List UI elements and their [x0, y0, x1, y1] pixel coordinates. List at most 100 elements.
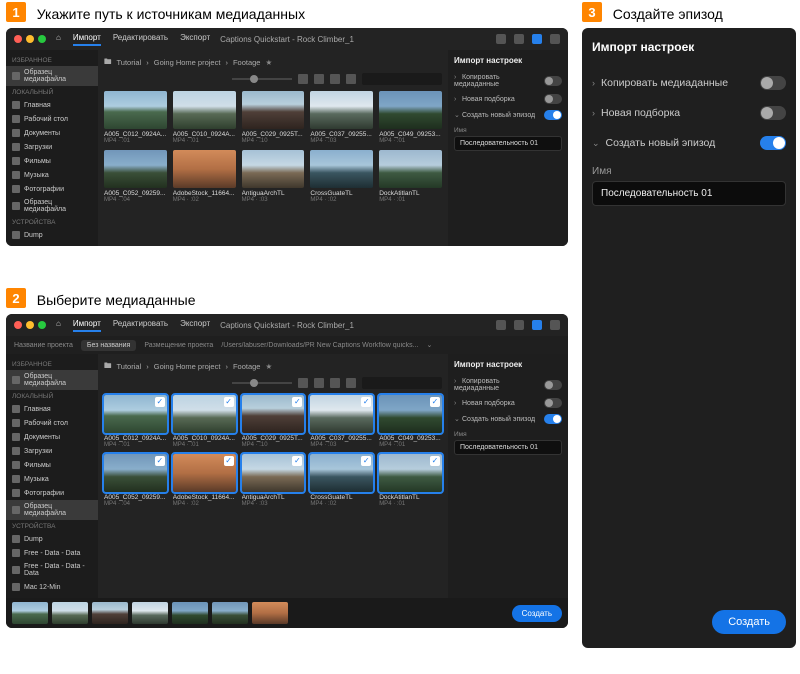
strip-thumb[interactable]	[172, 602, 208, 624]
media-thumb[interactable]: AdobeStock_11664...MP4 · :02	[173, 150, 236, 203]
setting-new-sequence[interactable]: ⌄Создать новый эпизод	[592, 128, 786, 158]
breadcrumb-item[interactable]: Footage	[233, 58, 261, 67]
favorite-star-icon[interactable]: ★	[265, 58, 272, 67]
breadcrumb-item[interactable]: Going Home project	[154, 362, 221, 371]
sync-icon[interactable]	[514, 320, 524, 330]
media-thumb[interactable]: A005_C037_09255...MP4 · :03	[310, 395, 373, 448]
project-path-value[interactable]: /Users/labuser/Downloads/PR New Captions…	[221, 342, 418, 349]
media-thumb[interactable]: A005_C049_09253...MP4 · :01	[379, 91, 442, 144]
search-input[interactable]	[362, 73, 442, 85]
nav-home-icon[interactable]: ⌂	[56, 33, 61, 46]
thumbnail-size-slider[interactable]	[232, 382, 292, 384]
media-thumb[interactable]: A005_C049_09253...MP4 · :01	[379, 395, 442, 448]
favorite-star-icon[interactable]: ★	[265, 362, 272, 371]
sidebar-item-photos[interactable]: Фотографии	[6, 486, 98, 500]
strip-thumb[interactable]	[132, 602, 168, 624]
media-thumb[interactable]: A005_C052_09259...MP4 · :04	[104, 454, 167, 507]
sidebar-item-desktop[interactable]: Рабочий стол	[6, 112, 98, 126]
sidebar-item-photos[interactable]: Фотографии	[6, 182, 98, 196]
sidebar-item-downloads[interactable]: Загрузки	[6, 444, 98, 458]
minimize-icon[interactable]	[26, 321, 34, 329]
panel-icon[interactable]	[550, 320, 560, 330]
panel-icon[interactable]	[550, 34, 560, 44]
media-thumb[interactable]: DockAtitlanTLMP4 · :01	[379, 454, 442, 507]
grid-view-icon[interactable]	[298, 74, 308, 84]
breadcrumb-item[interactable]: Going Home project	[154, 58, 221, 67]
nav-export[interactable]: Экспорт	[180, 33, 210, 46]
list-view-icon[interactable]	[314, 378, 324, 388]
strip-thumb[interactable]	[12, 602, 48, 624]
media-thumb[interactable]: AntiguaArchTLMP4 · :03	[242, 454, 305, 507]
sidebar-item-home[interactable]: Главная	[6, 98, 98, 112]
media-thumb[interactable]: A005_C037_09255...MP4 · :03	[310, 91, 373, 144]
close-icon[interactable]	[14, 321, 22, 329]
sidebar-item-movies[interactable]: Фильмы	[6, 154, 98, 168]
toggle-new-sequence[interactable]	[760, 136, 786, 150]
strip-thumb[interactable]	[92, 602, 128, 624]
nav-edit[interactable]: Редактировать	[113, 319, 168, 332]
sync-icon[interactable]	[514, 34, 524, 44]
media-thumb[interactable]: A005_C010_0924A...MP4 · :01	[173, 395, 236, 448]
grid-view-icon[interactable]	[298, 378, 308, 388]
window-controls[interactable]	[14, 35, 46, 43]
setting-copy-media[interactable]: ›Копировать медиаданные	[454, 71, 562, 91]
sidebar-item-drive-1[interactable]: Free - Data - Data	[6, 546, 98, 560]
setting-new-bin[interactable]: ›Новая подборка	[454, 395, 562, 411]
close-icon[interactable]	[14, 35, 22, 43]
filter-icon[interactable]	[346, 378, 356, 388]
sidebar-item-sample-media-2[interactable]: Образец медиафайла	[6, 500, 98, 520]
sidebar-item-sample-media-2[interactable]: Образец медиафайла	[6, 196, 98, 216]
toggle-copy-media[interactable]	[760, 76, 786, 90]
media-thumb[interactable]: A005_C029_0925T...MP4 · :10	[242, 91, 305, 144]
setting-new-bin[interactable]: ›Новая подборка	[454, 91, 562, 107]
minimize-icon[interactable]	[26, 35, 34, 43]
media-thumb[interactable]: A005_C010_0924A...MP4 · :01	[173, 91, 236, 144]
toggle-new-sequence[interactable]	[544, 414, 562, 424]
workspace-icon[interactable]	[496, 320, 506, 330]
media-thumb[interactable]: A005_C052_09259...MP4 · :04	[104, 150, 167, 203]
maximize-icon[interactable]	[38, 35, 46, 43]
toggle-new-sequence[interactable]	[544, 110, 562, 120]
setting-new-sequence[interactable]: ⌄Создать новый эпизод	[454, 107, 562, 123]
toggle-copy-media[interactable]	[544, 76, 562, 86]
media-thumb[interactable]: AdobeStock_11664...MP4 · :02	[173, 454, 236, 507]
chevron-down-icon[interactable]: ⌄	[426, 341, 432, 349]
create-button[interactable]: Создать	[712, 610, 786, 634]
sidebar-item-home[interactable]: Главная	[6, 402, 98, 416]
toggle-new-bin[interactable]	[544, 94, 562, 104]
project-name-value[interactable]: Без названия	[81, 340, 136, 351]
sidebar-item-music[interactable]: Музыка	[6, 168, 98, 182]
toggle-new-bin[interactable]	[544, 398, 562, 408]
nav-export[interactable]: Экспорт	[180, 319, 210, 332]
toggle-new-bin[interactable]	[760, 106, 786, 120]
sidebar-item-desktop[interactable]: Рабочий стол	[6, 416, 98, 430]
nav-edit[interactable]: Редактировать	[113, 33, 168, 46]
strip-thumb[interactable]	[52, 602, 88, 624]
setting-copy-media[interactable]: ›Копировать медиаданные	[592, 68, 786, 98]
share-icon[interactable]	[532, 320, 542, 330]
sequence-name-input[interactable]	[454, 136, 562, 151]
nav-import[interactable]: Импорт	[73, 33, 101, 46]
setting-new-bin[interactable]: ›Новая подборка	[592, 98, 786, 128]
sidebar-item-downloads[interactable]: Загрузки	[6, 140, 98, 154]
sidebar-item-dump[interactable]: Dump	[6, 532, 98, 546]
breadcrumb-item[interactable]: Tutorial	[117, 362, 142, 371]
list-view-icon[interactable]	[314, 74, 324, 84]
sidebar-item-documents[interactable]: Документы	[6, 430, 98, 444]
sequence-name-input[interactable]	[592, 181, 786, 206]
maximize-icon[interactable]	[38, 321, 46, 329]
sort-icon[interactable]	[330, 74, 340, 84]
nav-import[interactable]: Импорт	[73, 319, 101, 332]
media-thumb[interactable]: DockAtitlanTLMP4 · :01	[379, 150, 442, 203]
sidebar-item-sample-media[interactable]: Образец медиафайла	[6, 66, 98, 86]
sidebar-item-drive-2[interactable]: Free - Data - Data - Data	[6, 560, 98, 580]
strip-thumb[interactable]	[212, 602, 248, 624]
nav-home-icon[interactable]: ⌂	[56, 319, 61, 332]
sidebar-item-dump[interactable]: Dump	[6, 228, 98, 242]
media-thumb[interactable]: AntiguaArchTLMP4 · :03	[242, 150, 305, 203]
media-thumb[interactable]: A005_C029_0925T...MP4 · :10	[242, 395, 305, 448]
media-thumb[interactable]: CrossGuateTLMP4 · :02	[310, 454, 373, 507]
media-thumb[interactable]: A005_C012_0924A...MP4 · :01	[104, 91, 167, 144]
sidebar-item-drive-3[interactable]: Mac 12-Min	[6, 580, 98, 594]
media-thumb[interactable]: A005_C012_0924A...MP4 · :01	[104, 395, 167, 448]
